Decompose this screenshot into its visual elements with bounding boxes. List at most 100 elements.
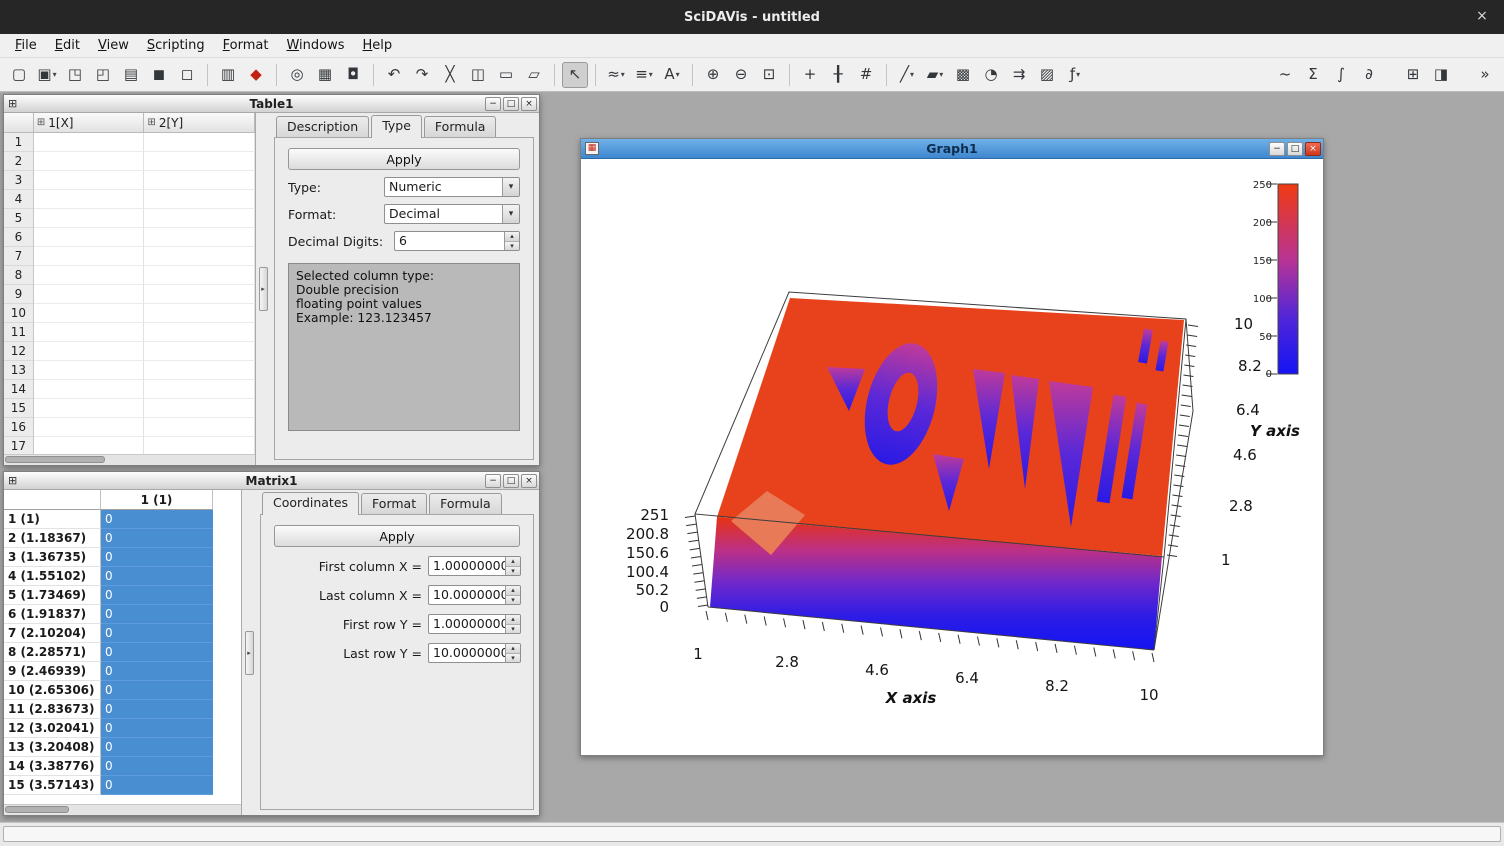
matrix-cell[interactable]: 0 [101, 776, 213, 795]
contour-plot-button[interactable]: ▨ [1034, 62, 1060, 88]
curve-tool-button[interactable]: ≈▾ [603, 62, 629, 88]
matrix-cell[interactable]: 0 [101, 738, 213, 757]
table-cell[interactable] [144, 380, 255, 399]
table-cell[interactable] [144, 342, 255, 361]
row-header[interactable]: 13 [4, 361, 34, 380]
matrix1-splitter-button[interactable]: ▸ [245, 631, 254, 675]
table1-tab-formula[interactable]: Formula [424, 116, 497, 137]
row-header[interactable]: 14 (3.38776) [4, 757, 101, 776]
import-ascii-button[interactable]: ▤ [118, 62, 144, 88]
last-column-x-spinbox[interactable]: 10.0000000▴▾ [428, 585, 521, 605]
first-column-x-spinbox[interactable]: 1.00000000▴▾ [428, 556, 521, 576]
matrix-cell[interactable]: 0 [101, 548, 213, 567]
print-button[interactable]: ▥ [215, 62, 241, 88]
row-header[interactable]: 11 [4, 323, 34, 342]
row-header[interactable]: 7 [4, 247, 34, 266]
column-header[interactable]: 1 (1) [101, 490, 213, 510]
table-cell[interactable] [144, 304, 255, 323]
table-cell[interactable] [144, 418, 255, 437]
matrix-cell[interactable]: 0 [101, 700, 213, 719]
toolbar-overflow-button[interactable]: » [1472, 62, 1498, 88]
row-header[interactable]: 5 (1.73469) [4, 586, 101, 605]
menu-file[interactable]: File [6, 35, 46, 56]
table-cell[interactable] [144, 228, 255, 247]
minimize-button[interactable]: − [485, 474, 501, 488]
close-button[interactable]: × [521, 474, 537, 488]
table-cell[interactable] [144, 285, 255, 304]
spin-down-icon[interactable]: ▾ [506, 625, 520, 634]
menu-scripting[interactable]: Scripting [138, 35, 214, 56]
row-header[interactable]: 2 [4, 152, 34, 171]
matrix1-tab-coordinates[interactable]: Coordinates [262, 492, 359, 515]
table-cell[interactable] [144, 323, 255, 342]
row-header[interactable]: 7 (2.10204) [4, 624, 101, 643]
matrix1-tab-format[interactable]: Format [361, 493, 427, 514]
menu-view[interactable]: View [89, 35, 138, 56]
row-header[interactable]: 5 [4, 209, 34, 228]
zoom-in-button[interactable]: ⊕ [700, 62, 726, 88]
new-aspect-button[interactable]: ▣▾ [34, 62, 60, 88]
pie-chart-button[interactable]: ◔ [978, 62, 1004, 88]
line-style-button[interactable]: ≡▾ [631, 62, 657, 88]
table-cell[interactable] [34, 380, 145, 399]
fit-button[interactable]: ∫ [1328, 62, 1354, 88]
table-cell[interactable] [34, 171, 145, 190]
row-header[interactable]: 9 [4, 285, 34, 304]
maximize-button[interactable]: □ [1287, 142, 1303, 156]
table-cell[interactable] [144, 171, 255, 190]
column-header[interactable]: ⊞2[Y] [144, 113, 255, 133]
undo-button[interactable]: ↶ [381, 62, 407, 88]
close-button[interactable]: × [521, 97, 537, 111]
table1-hscrollbar[interactable] [4, 454, 255, 465]
spin-down-icon[interactable]: ▾ [506, 567, 520, 576]
last-row-y-spinbox[interactable]: 10.0000000▴▾ [428, 643, 521, 663]
maximize-button[interactable]: □ [503, 97, 519, 111]
table-cell[interactable] [34, 228, 145, 247]
row-header[interactable]: 3 (1.36735) [4, 548, 101, 567]
table1-titlebar[interactable]: ⊞ Table1 − □ × [4, 95, 539, 113]
spin-up-icon[interactable]: ▴ [506, 615, 520, 625]
matrix-cell[interactable]: 0 [101, 605, 213, 624]
table1-tab-type[interactable]: Type [371, 115, 422, 138]
row-header[interactable]: 14 [4, 380, 34, 399]
matrix1-apply-button[interactable]: Apply [274, 525, 520, 547]
row-header[interactable]: 1 (1) [4, 510, 101, 529]
matrix-cell[interactable]: 0 [101, 567, 213, 586]
row-header[interactable]: 4 (1.55102) [4, 567, 101, 586]
new-table-button[interactable]: ⊞ [1400, 62, 1426, 88]
add-image-button[interactable]: ▩ [950, 62, 976, 88]
app-titlebar[interactable]: SciDAVis - untitled × [0, 0, 1504, 34]
save-project-button[interactable]: ◼ [146, 62, 172, 88]
matrix-cell[interactable]: 0 [101, 662, 213, 681]
row-header[interactable]: 10 [4, 304, 34, 323]
matrix-cell[interactable]: 0 [101, 719, 213, 738]
table-cell[interactable] [34, 437, 145, 454]
new-project-button[interactable]: ▢ [6, 62, 32, 88]
fft-button[interactable]: Σ [1300, 62, 1326, 88]
redo-button[interactable]: ↷ [409, 62, 435, 88]
table-cell[interactable] [34, 361, 145, 380]
matrix1-titlebar[interactable]: ⊞ Matrix1 − □ × [4, 472, 539, 490]
matrix1-hscrollbar[interactable] [4, 804, 241, 815]
menu-edit[interactable]: Edit [46, 35, 89, 56]
graph1-plot-area[interactable]: 250 200 150 100 50 0 251 200.8 150.6 100… [581, 159, 1323, 755]
table-cell[interactable] [34, 247, 145, 266]
table1-apply-button[interactable]: Apply [288, 148, 520, 170]
lock-button[interactable]: ◘ [340, 62, 366, 88]
table1-splitter[interactable]: ▸ [256, 113, 270, 465]
maximize-button[interactable]: □ [503, 474, 519, 488]
table-cell[interactable] [34, 323, 145, 342]
close-button[interactable]: × [1305, 142, 1321, 156]
rescale-button[interactable]: ⊡ [756, 62, 782, 88]
graph1-titlebar[interactable]: ▦ Graph1 − □ × [581, 139, 1323, 159]
spin-up-icon[interactable]: ▴ [506, 644, 520, 654]
row-header[interactable]: 11 (2.83673) [4, 700, 101, 719]
move-marker-button[interactable]: ╂ [825, 62, 851, 88]
table-cell[interactable] [34, 285, 145, 304]
remove-marker-button[interactable]: # [853, 62, 879, 88]
matrix1-tab-formula[interactable]: Formula [429, 493, 502, 514]
table-cell[interactable] [34, 209, 145, 228]
show-grid-button[interactable]: ▦ [312, 62, 338, 88]
row-header[interactable]: 8 (2.28571) [4, 643, 101, 662]
table-cell[interactable] [34, 190, 145, 209]
